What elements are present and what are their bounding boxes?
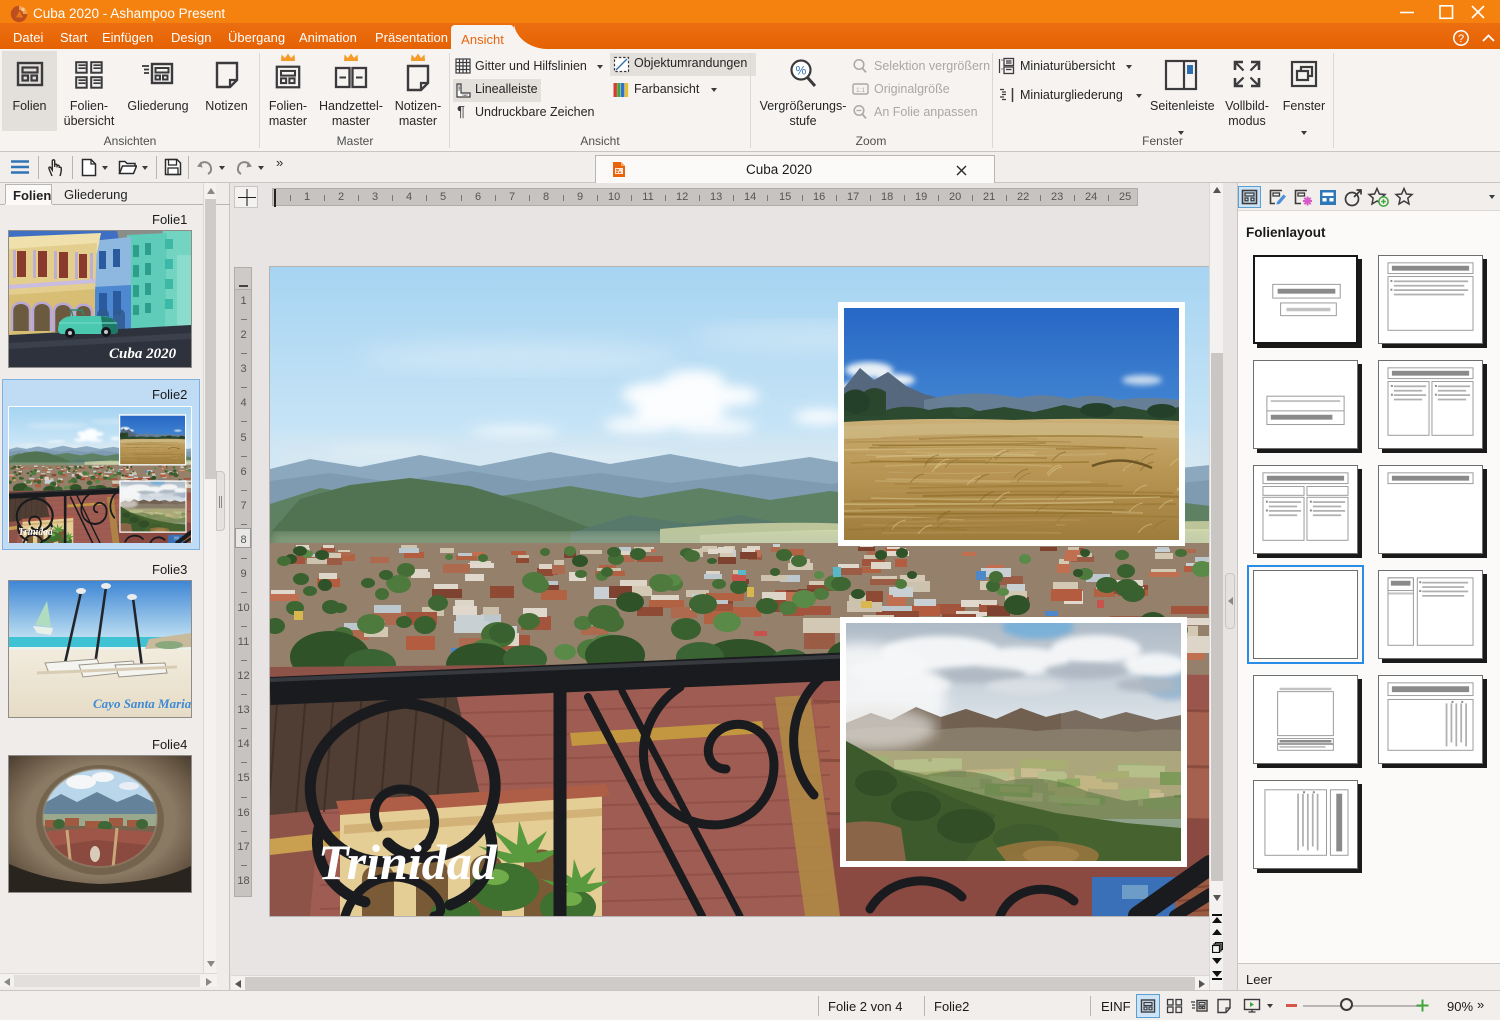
svg-text:?: ? — [1458, 33, 1464, 45]
svg-text:Cayo Santa Maria: Cayo Santa Maria — [93, 696, 191, 711]
svg-text:Cuba 2020: Cuba 2020 — [109, 346, 177, 362]
svg-text:Trinidad: Trinidad — [18, 527, 53, 538]
svg-text:1:1: 1:1 — [856, 87, 865, 94]
svg-text:Trinidad: Trinidad — [318, 834, 498, 890]
svg-text:%: % — [796, 64, 807, 78]
